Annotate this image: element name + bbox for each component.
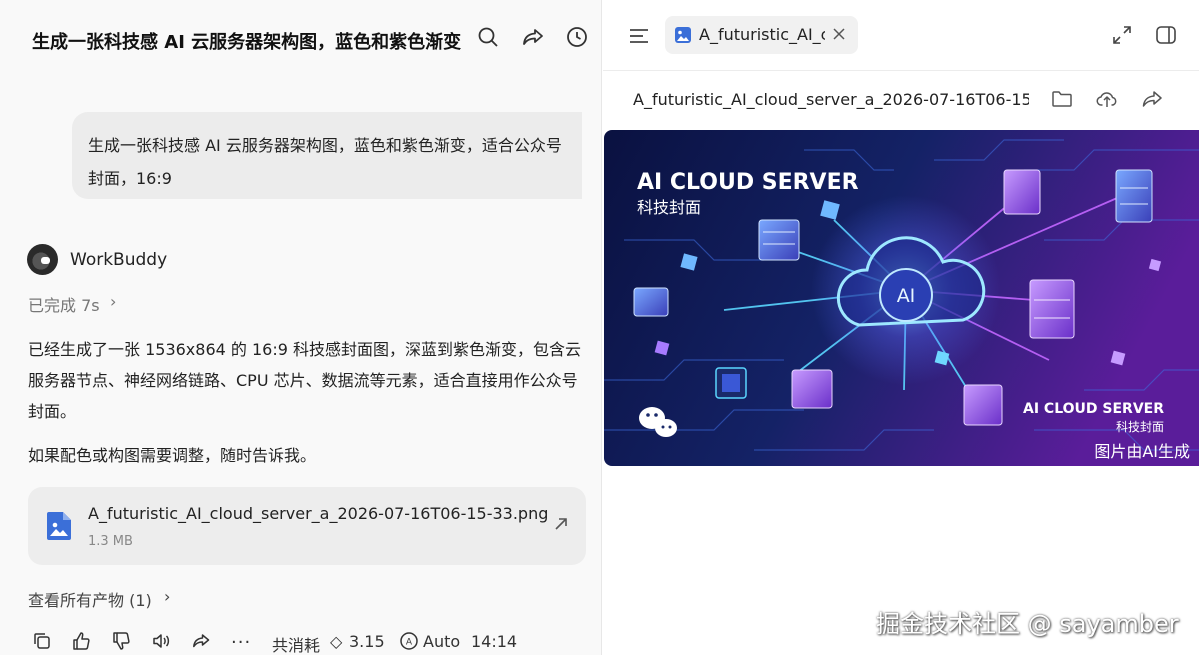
model-icon[interactable]: A <box>399 631 421 653</box>
tab-label: A_futuristic_AI_cloud_server_a_2026-07-1… <box>699 25 825 44</box>
model-selector[interactable]: Auto <box>423 632 460 651</box>
search-icon[interactable] <box>476 25 502 51</box>
forward-icon[interactable] <box>191 631 213 653</box>
image-center-label: AI <box>897 285 916 307</box>
message-time: 14:14 <box>471 632 518 651</box>
completion-status[interactable]: 已完成 7s <box>28 292 100 316</box>
chevron-right-icon[interactable]: › <box>164 587 170 606</box>
file-name: A_futuristic_AI_cloud_server_a_2026-07-1… <box>88 504 549 523</box>
usage-label: 共消耗 <box>272 636 321 655</box>
image-subtitle: 科技封面 <box>637 198 701 217</box>
bot-avatar <box>27 244 58 275</box>
more-icon[interactable]: ··· <box>231 632 253 654</box>
watermark: 掘金技术社区 @ sayamber <box>876 610 1179 638</box>
thumbs-up-icon[interactable] <box>71 631 93 653</box>
close-icon[interactable] <box>831 26 847 42</box>
share-icon[interactable] <box>1141 88 1163 110</box>
diamond-icon: ◇ <box>330 632 343 651</box>
menu-icon[interactable] <box>627 24 651 48</box>
tab-image-preview[interactable]: A_futuristic_AI_cloud_server_a_2026-07-1… <box>665 16 858 54</box>
image-badge-title: AI CLOUD SERVER <box>1023 401 1164 417</box>
share-icon[interactable] <box>521 25 547 51</box>
toggle-sidebar-icon[interactable] <box>1155 24 1177 46</box>
preview-panel: A_futuristic_AI_cloud_server_a_2026-07-1… <box>603 0 1199 655</box>
generated-image: AI AI CLOUD SERVER 科技封面 AI CLOUD SERVER … <box>604 130 1199 466</box>
ai-generated-note: 图片由AI生成 <box>1094 442 1190 461</box>
image-title: AI CLOUD SERVER <box>637 170 859 195</box>
workbuddy-window: 生成一张科技感 AI 云服务器架构图，蓝色和紫色渐变 生成一张科技感 AI 云服… <box>0 0 1199 655</box>
generated-file-card[interactable]: A_futuristic_AI_cloud_server_a_2026-07-1… <box>28 487 586 565</box>
open-external-icon[interactable] <box>552 515 570 533</box>
user-message: 生成一张科技感 AI 云服务器架构图，蓝色和紫色渐变，适合公众号封面，16:9 <box>72 112 582 199</box>
file-size: 1.3 MB <box>88 534 133 549</box>
image-file-icon <box>47 512 71 540</box>
upload-cloud-icon[interactable] <box>1096 88 1118 110</box>
history-icon[interactable] <box>565 25 591 51</box>
copy-icon[interactable] <box>32 631 54 653</box>
credits-used: 3.15 <box>349 632 385 651</box>
image-badge-subtitle: 科技封面 <box>1116 420 1164 434</box>
chevron-right-icon[interactable]: › <box>110 292 116 311</box>
svg-text:A: A <box>406 638 413 648</box>
chat-panel: 生成一张科技感 AI 云服务器架构图，蓝色和紫色渐变 生成一张科技感 AI 云服… <box>0 0 602 655</box>
view-all-artifacts-link[interactable]: 查看所有产物 (1) <box>28 587 152 611</box>
folder-icon[interactable] <box>1051 88 1073 110</box>
bot-name: WorkBuddy <box>70 250 168 270</box>
assistant-reply-followup: 如果配色或构图需要调整，随时告诉我。 <box>28 446 317 465</box>
speaker-icon[interactable] <box>151 631 173 653</box>
chat-title: 生成一张科技感 AI 云服务器架构图，蓝色和紫色渐变 <box>32 32 462 53</box>
expand-icon[interactable] <box>1111 24 1133 46</box>
preview-file-name: A_futuristic_AI_cloud_server_a_2026-07-1… <box>633 90 1029 109</box>
thumbs-down-icon[interactable] <box>111 631 133 653</box>
assistant-reply: 已经生成了一张 1536x864 的 16:9 科技感封面图，深蓝到紫色渐变，包… <box>28 340 582 421</box>
divider <box>603 70 1199 71</box>
image-icon <box>675 27 691 43</box>
